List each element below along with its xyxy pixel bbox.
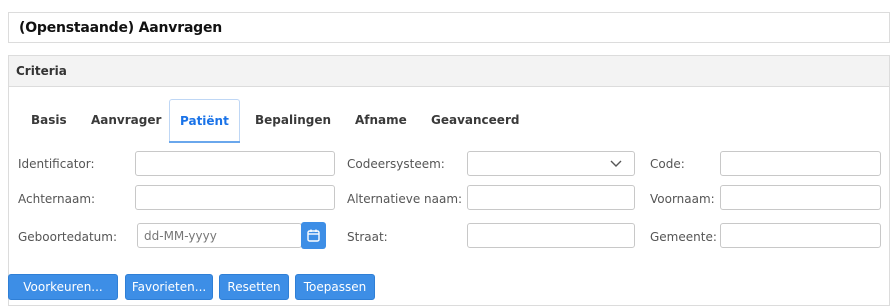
tab-label: Bepalingen	[255, 113, 332, 127]
tab-label: Afname	[355, 113, 407, 127]
voornaam-input[interactable]	[720, 185, 881, 210]
achternaam-label: Achternaam:	[18, 192, 96, 206]
codeersysteem-label: Codeersysteem:	[347, 157, 445, 171]
criteria-panel: Criteria Basis Aanvrager Patiënt Bepalin…	[8, 55, 890, 306]
tab-patient[interactable]: Patiënt	[169, 99, 240, 143]
gemeente-input[interactable]	[720, 223, 881, 248]
tab-aanvrager[interactable]: Aanvrager	[81, 99, 171, 141]
criteria-title: Criteria	[16, 64, 67, 78]
tab-geavanceerd[interactable]: Geavanceerd	[421, 99, 529, 141]
straat-label: Straat:	[347, 230, 388, 244]
tab-label: Geavanceerd	[431, 113, 520, 127]
gemeente-label: Gemeente:	[650, 230, 717, 244]
voornaam-label: Voornaam:	[650, 192, 715, 206]
tab-bepalingen[interactable]: Bepalingen	[245, 99, 341, 141]
criteria-tabs: Basis Aanvrager Patiënt Bepalingen Afnam…	[9, 99, 889, 143]
straat-input[interactable]	[467, 223, 635, 248]
page-header: (Openstaande) Aanvragen	[8, 12, 890, 43]
resetten-button[interactable]: Resetten	[219, 274, 289, 300]
favorieten-button[interactable]: Favorieten...	[125, 274, 213, 300]
criteria-header: Criteria	[9, 56, 889, 87]
calendar-icon	[307, 229, 320, 242]
alternatieve-naam-label: Alternatieve naam:	[347, 192, 463, 206]
tab-basis[interactable]: Basis	[21, 99, 77, 141]
tab-afname[interactable]: Afname	[345, 99, 417, 141]
date-picker-button[interactable]	[301, 222, 326, 249]
identificator-input[interactable]	[135, 151, 335, 176]
chevron-down-icon	[610, 160, 622, 167]
tab-label: Aanvrager	[91, 113, 162, 127]
geboortedatum-label: Geboortedatum:	[18, 230, 118, 244]
geboortedatum-input[interactable]	[137, 223, 302, 248]
tab-label: Patiënt	[180, 113, 229, 128]
toepassen-button[interactable]: Toepassen	[295, 274, 375, 300]
identificator-label: Identificator:	[18, 157, 95, 171]
codeersysteem-select[interactable]	[467, 151, 635, 176]
code-label: Code:	[650, 157, 685, 171]
alternatieve-naam-input[interactable]	[467, 185, 635, 210]
voorkeuren-button[interactable]: Voorkeuren...	[8, 274, 118, 300]
code-input[interactable]	[720, 151, 881, 176]
page-title: (Openstaande) Aanvragen	[19, 19, 223, 36]
achternaam-input[interactable]	[135, 185, 335, 210]
tab-label: Basis	[31, 113, 67, 127]
